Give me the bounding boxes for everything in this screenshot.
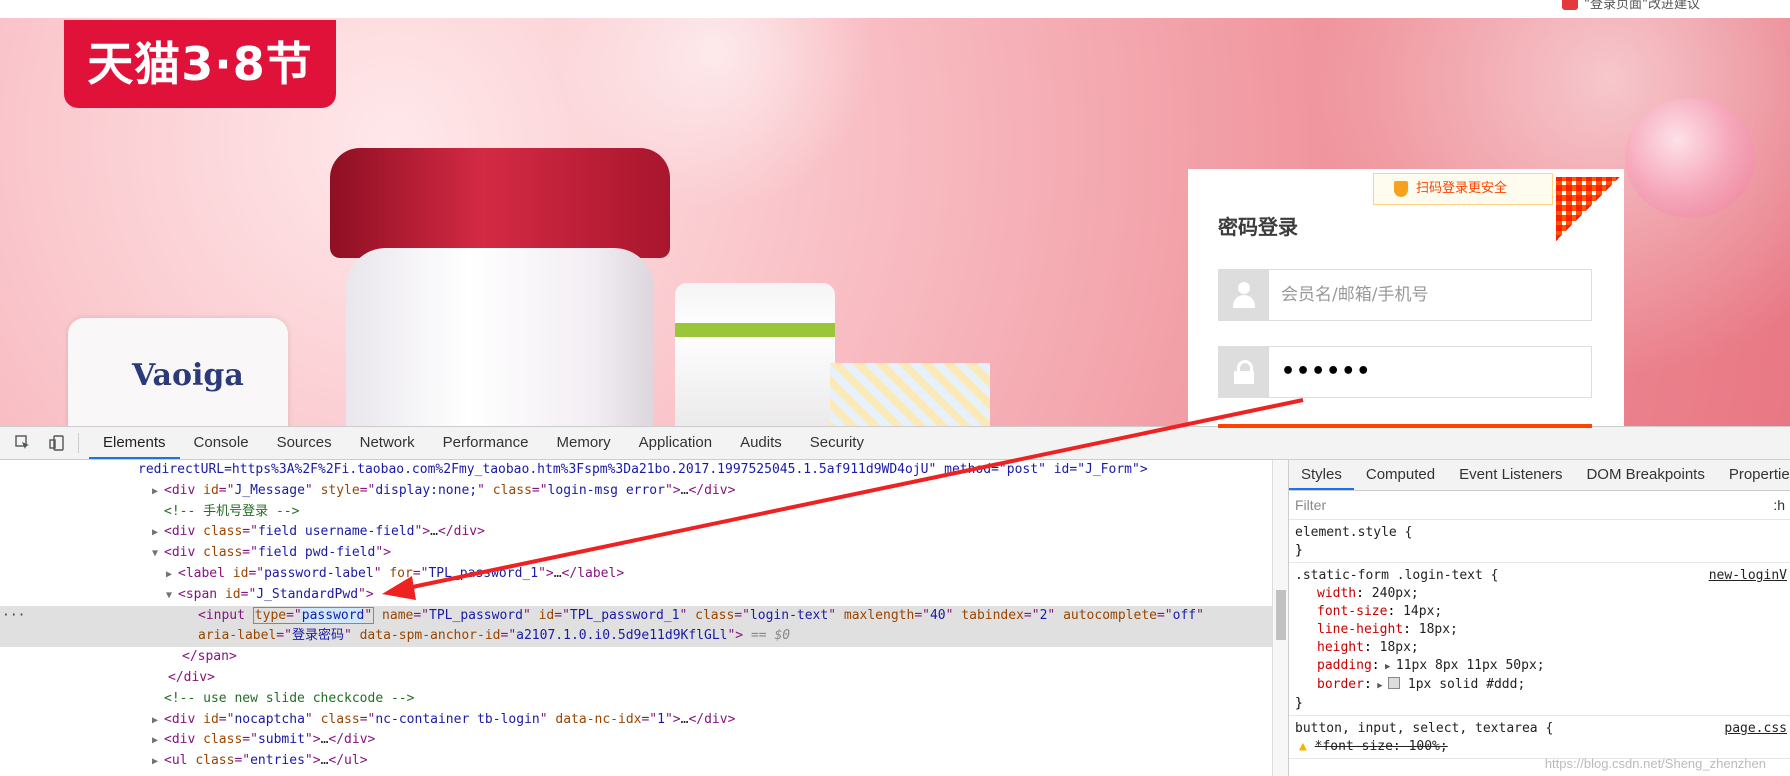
password-value: •••••• (1281, 359, 1372, 384)
style-rule-form-controls: button, input, select, textarea { page.c… (1289, 716, 1790, 759)
style-rule-login-text: .static-form .login-text { new-loginV wi… (1289, 563, 1790, 716)
expand-triangle-icon[interactable]: ▶ (152, 482, 164, 503)
styles-filter-input[interactable]: Filter :h (1289, 491, 1790, 520)
qr-code-icon[interactable] (1556, 177, 1620, 241)
password-field[interactable]: •••••• (1218, 346, 1592, 398)
tab-performance[interactable]: Performance (429, 427, 543, 459)
hover-state-toggle[interactable]: :h (1773, 497, 1785, 513)
dom-line-standard-pwd[interactable]: ▼ <span id="J_StandardPwd"> (0, 585, 1272, 606)
styles-pane: Styles Computed Event Listeners DOM Brea… (1288, 460, 1790, 776)
filter-placeholder: Filter (1295, 497, 1327, 513)
dom-line-password-input-cont[interactable]: aria-label="登录密码" data-spm-anchor-id="a2… (0, 626, 1272, 648)
feedback-icon (1562, 0, 1579, 10)
tab-memory[interactable]: Memory (543, 427, 625, 459)
lock-icon (1219, 347, 1269, 397)
dom-line-comment-phone[interactable]: <!-- 手机号登录 --> (0, 502, 1272, 523)
dom-line-message[interactable]: ▶ <div id="J_Message" style="display:none… (0, 481, 1272, 502)
dom-line-username-field[interactable]: ▶ <div class="field username-field">…</di… (0, 522, 1272, 543)
dom-line-span-close[interactable]: </span> (0, 647, 1272, 668)
login-title: 密码登录 (1218, 215, 1298, 239)
tab-styles[interactable]: Styles (1289, 460, 1354, 490)
expand-triangle-icon[interactable]: ▶ (152, 523, 164, 544)
tab-properties[interactable]: Properties (1717, 460, 1790, 490)
rule-source-link[interactable]: page.css (1724, 720, 1787, 738)
tab-computed[interactable]: Computed (1354, 460, 1447, 490)
expand-triangle-icon[interactable]: ▶ (152, 731, 164, 752)
tab-network[interactable]: Network (346, 427, 429, 459)
tab-event-listeners[interactable]: Event Listeners (1447, 460, 1574, 490)
css-prop-padding[interactable]: padding: ▶ 11px 8px 11px 50px; (1295, 657, 1785, 676)
dom-scrollbar[interactable] (1272, 460, 1289, 776)
tab-security[interactable]: Security (796, 427, 878, 459)
shield-icon (1394, 181, 1408, 197)
qr-login-tip[interactable]: 扫码登录更安全 (1373, 173, 1553, 205)
dom-line-nocaptcha[interactable]: ▶ <div id="nocaptcha" class="nc-container… (0, 710, 1272, 731)
dom-line-entries[interactable]: ▶ <ul class="entries">…</ul> (0, 751, 1272, 772)
rule-source-link[interactable]: new-loginV (1709, 567, 1787, 585)
dom-line-password-input-selected[interactable]: ··· <input type="password" name="TPL_pass… (0, 605, 1272, 627)
css-prop-width[interactable]: width: 240px; (1295, 585, 1785, 603)
devtools-tabbar: Elements Console Sources Network Perform… (0, 427, 1790, 460)
toolbar-divider (78, 433, 79, 453)
feedback-label: "登录页面"改进建议 (1584, 0, 1700, 12)
heart-bubble-image (1625, 98, 1755, 218)
dom-form-attr-text: redirectURL=https%3A%2F%2Fi.taobao.com%2… (138, 462, 1148, 477)
product-jar-image (330, 148, 670, 426)
rule-close: } (1295, 543, 1303, 558)
tab-sources[interactable]: Sources (263, 427, 346, 459)
jar-band (675, 323, 835, 337)
expand-triangle-icon[interactable]: ▶ (152, 711, 164, 732)
dom-line-form-attrs[interactable]: redirectURL=https%3A%2F%2Fi.taobao.com%2… (0, 460, 1272, 481)
warning-icon: ▲ (1299, 739, 1307, 754)
jar-body (346, 248, 654, 426)
tab-audits[interactable]: Audits (726, 427, 796, 459)
tmall-38-logo: 天猫3·8节 (64, 20, 336, 108)
style-rule-element: element.style { } (1289, 520, 1790, 563)
jar-lid (330, 148, 670, 258)
tab-application[interactable]: Application (625, 427, 726, 459)
css-prop-height[interactable]: height: 18px; (1295, 639, 1785, 657)
type-attr-editor[interactable]: type="password" (252, 606, 375, 624)
feedback-link[interactable]: "登录页面"改进建议 (1562, 0, 1700, 14)
device-toolbar-icon[interactable] (46, 432, 68, 454)
dom-line-div-close[interactable]: </div> (0, 668, 1272, 689)
user-icon (1219, 270, 1269, 320)
expand-triangle-icon[interactable]: ▶ (152, 752, 164, 773)
product-jar-small-image (675, 283, 835, 426)
top-strip: "登录页面"改进建议 (0, 0, 1790, 18)
dom-line-submit[interactable]: ▶ <div class="submit">…</div> (0, 730, 1272, 751)
username-field[interactable]: 会员名/邮箱/手机号 (1218, 269, 1592, 321)
css-prop-invalid-font-size[interactable]: ▲ *font-size: 100%; (1295, 738, 1785, 756)
collapse-triangle-icon[interactable]: ▼ (166, 586, 178, 607)
qr-tip-label: 扫码登录更安全 (1416, 181, 1508, 196)
collapse-triangle-icon[interactable]: ▼ (152, 544, 164, 565)
product-pack-image: Vaoiga (68, 318, 288, 426)
scrollbar-thumb[interactable] (1276, 590, 1286, 640)
tab-elements[interactable]: Elements (89, 427, 180, 459)
expand-triangle-icon[interactable]: ▶ (166, 565, 178, 586)
more-options-icon[interactable]: ··· (2, 606, 25, 627)
dom-line-comment-checkcode[interactable]: <!-- use new slide checkcode --> (0, 689, 1272, 710)
styles-tabbar: Styles Computed Event Listeners DOM Brea… (1289, 460, 1790, 491)
rule-selector: element.style { (1295, 525, 1413, 540)
username-placeholder: 会员名/邮箱/手机号 (1281, 285, 1429, 305)
css-prop-font-size[interactable]: font-size: 14px; (1295, 603, 1785, 621)
rule-selector: button, input, select, textarea { (1295, 721, 1554, 736)
css-prop-border[interactable]: border: ▶ 1px solid #ddd; (1295, 676, 1785, 695)
dom-line-pwd-field[interactable]: ▼ <div class="field pwd-field"> (0, 543, 1272, 564)
devtools-panel: Elements Console Sources Network Perform… (0, 426, 1790, 776)
csdn-watermark: https://blog.csdn.net/Sheng_zhenzhen (1544, 756, 1766, 771)
css-prop-line-height[interactable]: line-height: 18px; (1295, 621, 1785, 639)
inspect-element-icon[interactable] (12, 432, 34, 454)
dom-tree: redirectURL=https%3A%2F%2Fi.taobao.com%2… (0, 460, 1272, 776)
color-swatch-icon[interactable] (1388, 677, 1401, 689)
dom-line-password-label[interactable]: ▶ <label id="password-label" for="TPL_pas… (0, 564, 1272, 585)
pack-brand-text: Vaoiga (132, 358, 244, 393)
login-submit-button[interactable] (1218, 424, 1592, 428)
tab-dom-breakpoints[interactable]: DOM Breakpoints (1574, 460, 1716, 490)
product-box-image (830, 363, 990, 426)
login-panel: 扫码登录更安全 密码登录 会员名/邮箱/手机号 •••••• (1188, 169, 1624, 428)
tab-console[interactable]: Console (180, 427, 263, 459)
rule-close: } (1295, 696, 1303, 711)
